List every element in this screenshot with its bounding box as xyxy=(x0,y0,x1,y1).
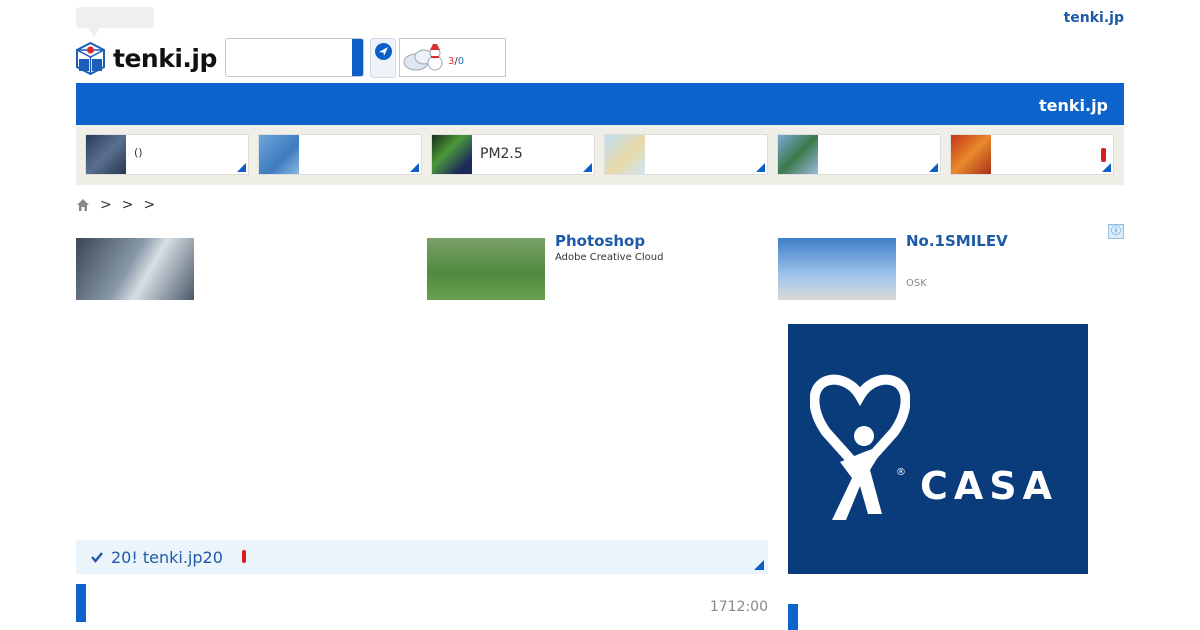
ad-image-business[interactable] xyxy=(778,238,896,300)
map-card-rain-map[interactable] xyxy=(777,134,941,175)
map-card-radar[interactable]: () xyxy=(85,134,249,175)
logo-text: tenki.jp xyxy=(113,43,217,73)
logo-cube-icon xyxy=(76,41,105,75)
home-icon[interactable] xyxy=(76,198,90,212)
notice-text: 20! tenki.jp20 xyxy=(111,548,223,567)
top-right-link[interactable]: tenki.jp xyxy=(1000,10,1124,26)
section-heading-marker xyxy=(788,604,798,630)
casa-heart-figure-icon xyxy=(810,374,910,520)
current-location-button[interactable] xyxy=(370,38,396,78)
breadcrumb-separator: > xyxy=(143,197,156,213)
registered-mark: ® xyxy=(896,467,906,478)
radar-map-thumbnail xyxy=(86,135,126,174)
search-input[interactable] xyxy=(225,38,364,77)
ad-sub: OSK xyxy=(906,278,927,289)
corner-arrow-icon xyxy=(1102,163,1111,172)
map-card-autumn-leaves[interactable] xyxy=(950,134,1114,175)
location-arrow-icon xyxy=(375,43,392,60)
announcement-bubble xyxy=(76,7,154,37)
ad-title[interactable]: Photoshop xyxy=(555,232,645,250)
temp-low: 0 xyxy=(457,56,465,67)
check-icon xyxy=(91,552,103,563)
corner-arrow-icon xyxy=(583,163,592,172)
corner-arrow-icon xyxy=(754,560,764,570)
corner-arrow-icon xyxy=(237,163,246,172)
banner-title: tenki.jp xyxy=(1038,96,1108,115)
map-card-label: () xyxy=(134,146,143,159)
map-card-row: () PM2.5 xyxy=(76,125,1124,185)
header-banner: tenki.jp xyxy=(76,83,1124,125)
ad-image-photoshop[interactable] xyxy=(427,238,545,300)
ad-image-security[interactable] xyxy=(76,238,194,300)
weather-widget[interactable]: 3/0 xyxy=(399,38,506,77)
ad-sub: Adobe Creative Cloud xyxy=(555,252,664,263)
snow-cloud-icon xyxy=(403,44,443,71)
breadcrumb-separator: > xyxy=(121,197,134,213)
notice-bar[interactable]: 20! tenki.jp20 xyxy=(76,540,768,574)
map-card-pm25[interactable]: PM2.5 xyxy=(431,134,595,175)
corner-arrow-icon xyxy=(929,163,938,172)
breadcrumb-separator: > xyxy=(100,197,112,213)
search-button[interactable] xyxy=(352,39,363,76)
pm25-map-thumbnail xyxy=(432,135,472,174)
autumn-leaves-thumbnail xyxy=(951,135,991,174)
rain-map-thumbnail xyxy=(778,135,818,174)
japan-map-thumbnail xyxy=(605,135,645,174)
map-card-label: PM2.5 xyxy=(480,146,523,162)
map-card-japan-map[interactable] xyxy=(604,134,768,175)
section-heading-marker xyxy=(76,584,86,622)
corner-arrow-icon xyxy=(756,163,765,172)
ad-title[interactable]: No.1SMILEV xyxy=(906,232,1008,250)
corner-arrow-icon xyxy=(410,163,419,172)
breadcrumb: > > > xyxy=(76,197,155,213)
site-logo[interactable]: tenki.jp xyxy=(76,40,217,76)
new-badge xyxy=(242,550,246,563)
weather-temps: 3/0 xyxy=(448,56,464,67)
casa-ad[interactable]: ® CASA xyxy=(788,324,1088,574)
casa-logo-text: CASA xyxy=(920,464,1059,508)
map-card-weather-chart[interactable] xyxy=(258,134,422,175)
weather-chart-thumbnail xyxy=(259,135,299,174)
update-time: 1712:00 xyxy=(709,599,768,615)
ad-info-icon[interactable]: ⓘ xyxy=(1108,224,1124,239)
new-badge xyxy=(1101,148,1106,162)
